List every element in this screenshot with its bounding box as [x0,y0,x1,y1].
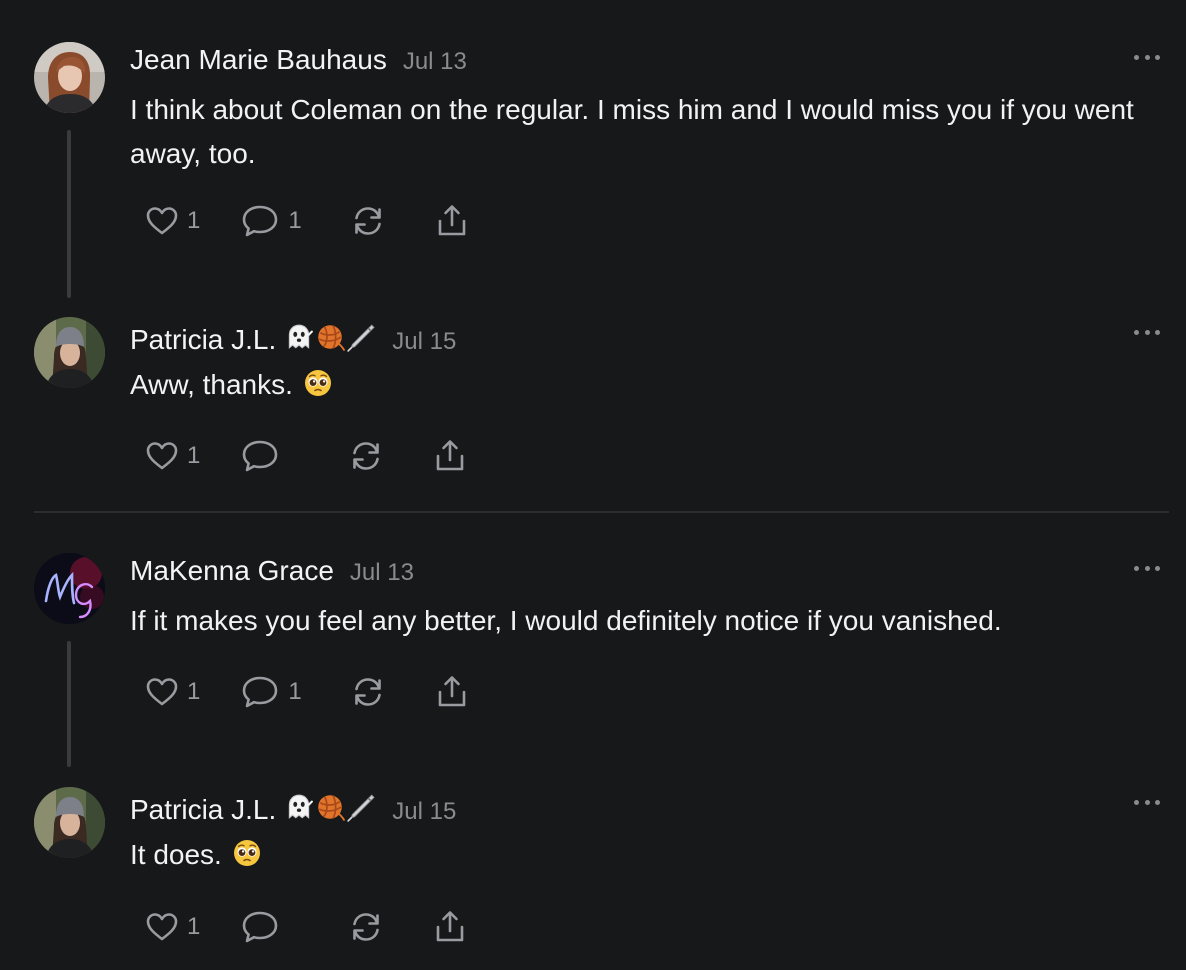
restack-icon [348,438,384,474]
comment-bubble-icon [240,909,280,945]
share-button[interactable] [434,203,470,239]
author-name[interactable]: Patricia J.L. [130,794,276,826]
comment-text: It does. [130,839,222,870]
like-count: 1 [187,913,201,940]
restack-icon [350,674,386,710]
comments-thread: Jean Marie Bauhaus Jul 13 I think about … [0,0,1186,970]
author-emojis [284,322,376,352]
more-options-icon[interactable] [1134,327,1160,337]
share-icon [432,909,468,945]
like-button[interactable]: 1 [145,675,200,709]
comment-bubble-icon [240,438,280,474]
comment-date[interactable]: Jul 15 [392,798,456,826]
comment-bubble-icon [240,203,280,239]
comment-date[interactable]: Jul 13 [403,48,467,76]
like-button[interactable]: 1 [145,204,200,238]
like-count: 1 [187,207,201,234]
restack-icon [348,909,384,945]
thread-line [67,641,71,767]
like-count: 1 [187,678,201,705]
yarn-ball-emoji-icon [315,792,345,822]
yarn-ball-emoji-icon [315,322,345,352]
comment-body: Aww, thanks. [130,363,1170,407]
woman-beanie-photo-icon [34,787,105,858]
heart-icon [145,204,179,238]
author-name[interactable]: MaKenna Grace [130,555,334,587]
restack-icon [350,203,386,239]
author-name[interactable]: Jean Marie Bauhaus [130,44,387,76]
reply-button[interactable]: 1 [240,674,302,710]
avatar[interactable] [34,787,105,858]
reply-count: 1 [288,207,302,234]
restack-button[interactable] [350,203,386,239]
comment-header: Patricia J.L. Jul 15 [130,789,456,826]
more-options-icon[interactable] [1134,563,1160,573]
heart-icon [145,675,179,709]
comment-actions: 1 [145,436,468,476]
share-icon [434,203,470,239]
comment-header: Patricia J.L. Jul 15 [130,319,456,356]
comment-header: MaKenna Grace Jul 13 [130,555,414,587]
share-button[interactable] [434,674,470,710]
share-button[interactable] [432,909,468,945]
more-options-icon[interactable] [1134,797,1160,807]
comment-body: I think about Coleman on the regular. I … [130,94,1134,169]
pleading-face-emoji-icon [232,838,262,868]
comment-body: It does. [130,833,1170,877]
restack-button[interactable] [348,438,384,474]
pleading-face-emoji-icon [303,368,333,398]
avatar[interactable] [34,42,105,113]
like-button[interactable]: 1 [145,910,200,944]
pen-emoji-icon [346,322,376,352]
comment-bubble-icon [240,674,280,710]
like-count: 1 [187,442,201,469]
comment-date[interactable]: Jul 15 [392,328,456,356]
share-icon [432,438,468,474]
reply-button[interactable] [240,438,300,474]
woman-beanie-photo-icon [34,317,105,388]
restack-button[interactable] [350,674,386,710]
comment-text: Aww, thanks. [130,369,293,400]
heart-icon [145,439,179,473]
ghost-emoji-icon [284,322,314,352]
avatar[interactable] [34,553,105,624]
share-icon [434,674,470,710]
more-options-icon[interactable] [1134,52,1160,62]
avatar[interactable] [34,317,105,388]
reply-button[interactable] [240,909,300,945]
author-emojis [284,792,376,822]
comment-body: If it makes you feel any better, I would… [130,605,1002,636]
reply-count: 1 [288,678,302,705]
thread-line [67,130,71,298]
heart-icon [145,910,179,944]
reply-button[interactable]: 1 [240,203,302,239]
ghost-emoji-icon [284,792,314,822]
pen-emoji-icon [346,792,376,822]
author-name[interactable]: Patricia J.L. [130,324,276,356]
woman-red-hair-photo-icon [34,42,105,113]
comment-header: Jean Marie Bauhaus Jul 13 [130,44,467,76]
divider [34,511,1169,513]
neon-monogram-MG-icon [34,553,105,624]
comment-actions: 1 1 [145,672,470,712]
restack-button[interactable] [348,909,384,945]
comment-actions: 1 1 [145,201,470,241]
share-button[interactable] [432,438,468,474]
comment-date[interactable]: Jul 13 [350,559,414,587]
comment-actions: 1 [145,907,468,947]
like-button[interactable]: 1 [145,439,200,473]
